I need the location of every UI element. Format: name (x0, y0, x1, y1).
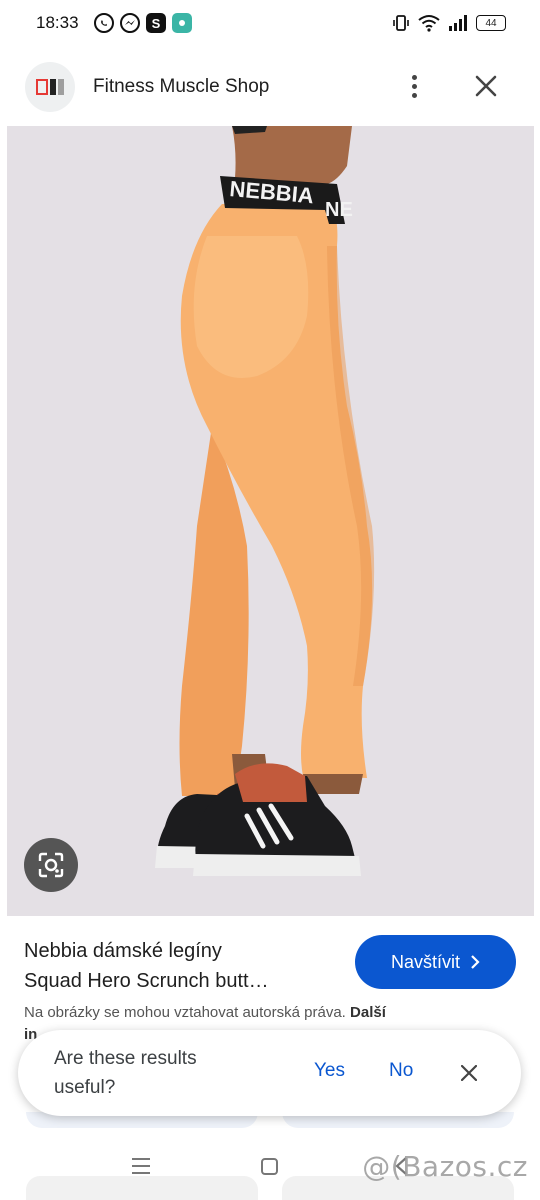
site-title[interactable]: Fitness Muscle Shop (93, 76, 269, 98)
close-icon (475, 75, 497, 97)
feedback-close-button[interactable] (454, 1058, 484, 1088)
waistband-text-back: NE (325, 199, 353, 221)
result-title-line-1: Nebbia dámské legíny (24, 940, 222, 962)
feedback-no-button[interactable]: No (389, 1060, 413, 1082)
system-nav-bar: @(Bazos.cz (0, 1140, 540, 1200)
logo-mark-icon (36, 79, 64, 95)
s-app-icon: S (146, 13, 166, 33)
menu-line-icon (132, 1165, 150, 1167)
watermark-text: @(Bazos.cz (362, 1150, 528, 1183)
result-title-line-2: Squad Hero Scrunch butt… (24, 970, 269, 992)
site-header: Fitness Muscle Shop (0, 48, 540, 126)
result-title[interactable]: Nebbia dámské legíny Squad Hero Scrunch … (24, 936, 344, 996)
battery-icon: 44 (476, 15, 506, 31)
more-options-button[interactable] (400, 70, 428, 102)
lens-icon (38, 852, 64, 878)
dot-icon (411, 74, 417, 80)
menu-line-icon (132, 1172, 150, 1174)
system-icons: 44 (392, 14, 506, 32)
wifi-icon (418, 15, 440, 32)
close-button[interactable] (468, 68, 504, 104)
messenger-icon (120, 13, 140, 33)
leggings-photo: NEBBIA NE (7, 126, 534, 916)
notification-icons: S (94, 13, 192, 33)
feedback-card: Are these results useful? Yes No (18, 1030, 521, 1116)
home-button[interactable] (261, 1158, 278, 1175)
product-image[interactable]: NEBBIA NE (7, 126, 534, 916)
visit-button[interactable]: Navštívit (355, 935, 516, 989)
status-bar: 18:33 S 44 (0, 0, 540, 48)
status-time: 18:33 (36, 13, 79, 32)
visit-button-label: Navštívit (390, 951, 460, 972)
close-icon (461, 1065, 477, 1081)
copyright-text: Na obrázky se mohou vztahovat autorská p… (24, 1004, 346, 1021)
chevron-right-icon (471, 955, 480, 969)
teal-app-icon (172, 13, 192, 33)
lens-search-button[interactable] (24, 838, 78, 892)
whatsapp-icon (94, 13, 114, 33)
related-thumb-left[interactable] (26, 1176, 258, 1200)
feedback-yes-button[interactable]: Yes (314, 1060, 345, 1082)
vibrate-icon (393, 15, 409, 31)
site-logo[interactable] (25, 62, 75, 112)
dot-icon (411, 92, 417, 98)
dot-icon (411, 83, 417, 89)
copyright-more-link[interactable]: Další (350, 1004, 386, 1021)
menu-line-icon (132, 1158, 150, 1160)
feedback-question: Are these results useful? (54, 1048, 197, 1098)
recent-apps-button[interactable] (132, 1158, 150, 1174)
signal-icon (449, 15, 467, 31)
